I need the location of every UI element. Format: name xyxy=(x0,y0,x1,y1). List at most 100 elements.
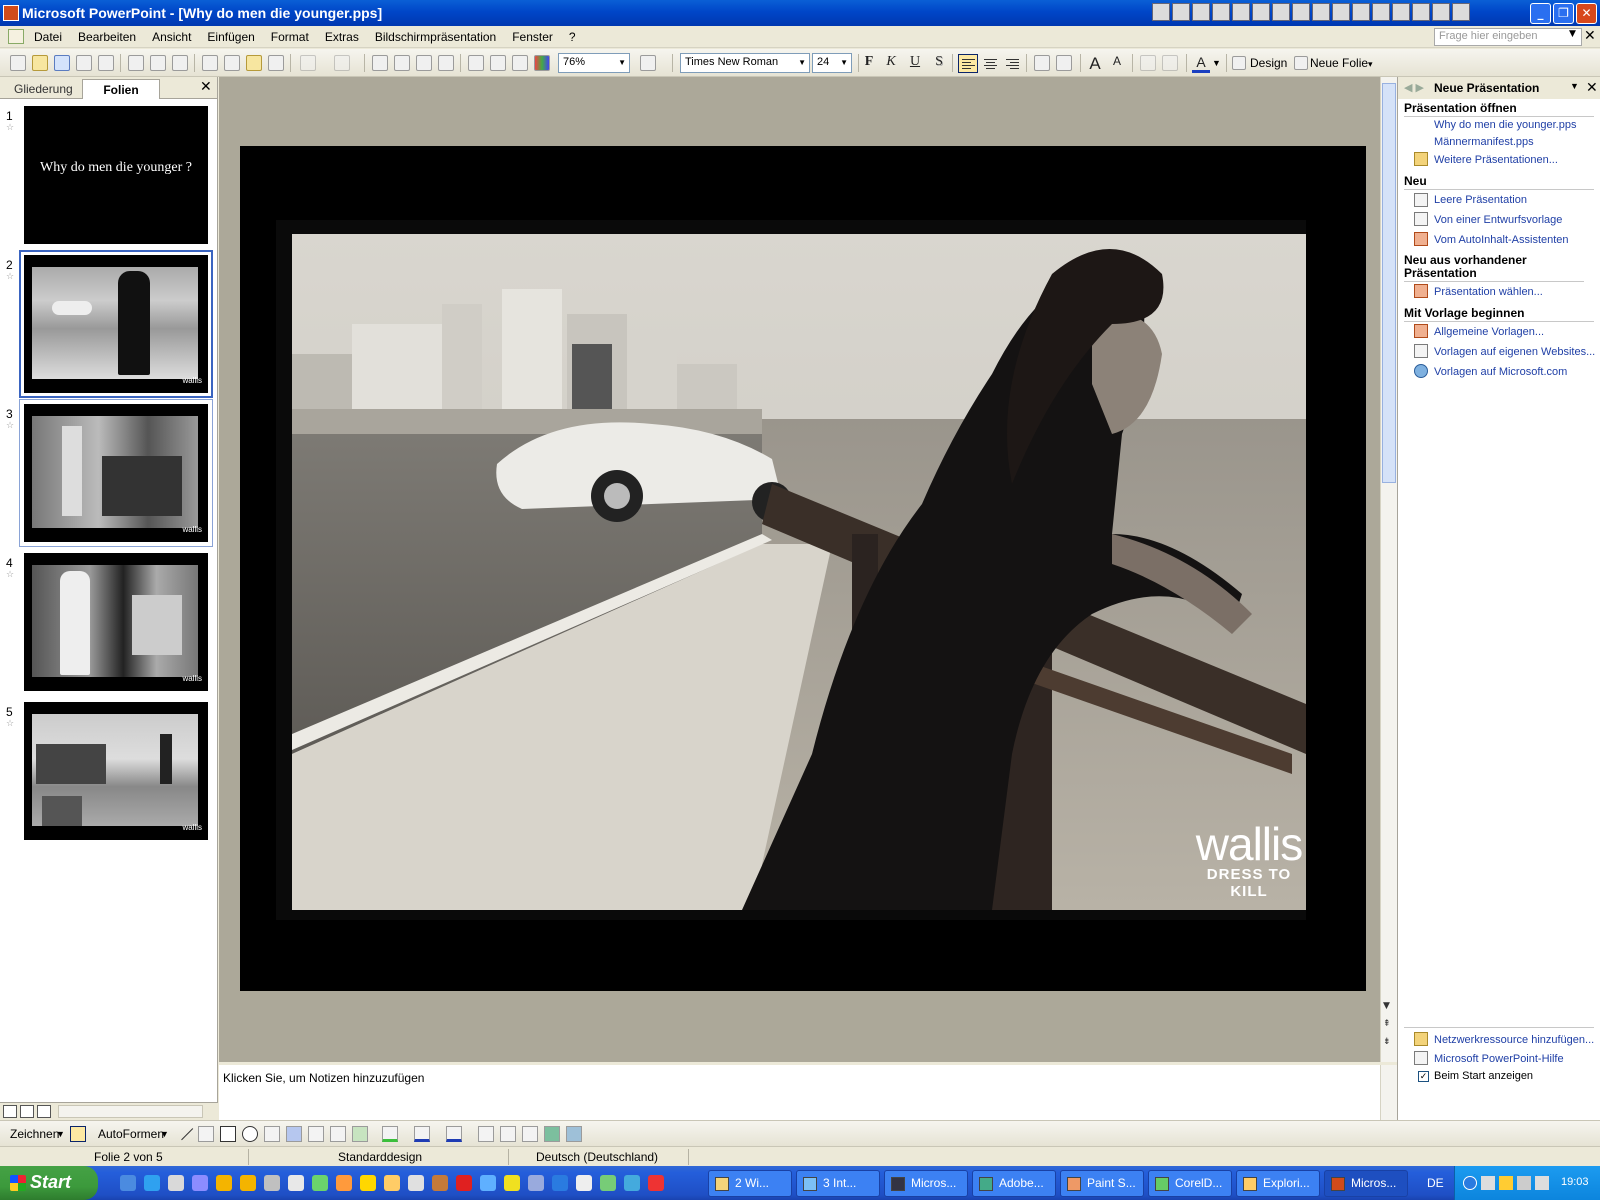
help-search-input[interactable]: Frage hier eingeben xyxy=(1434,28,1582,46)
link-blank-presentation[interactable]: Leere Präsentation xyxy=(1434,194,1527,206)
document-icon[interactable] xyxy=(8,29,24,44)
link-microsoft-templates[interactable]: Vorlagen auf Microsoft.com xyxy=(1434,366,1567,378)
office-shortcut-icon[interactable] xyxy=(1372,3,1390,21)
quicklaunch-icon[interactable] xyxy=(120,1175,136,1191)
arrow-style-icon[interactable] xyxy=(522,1126,538,1142)
tab-folien[interactable]: Folien xyxy=(82,79,160,99)
link-autocontent-wizard[interactable]: Vom AutoInhalt-Assistenten xyxy=(1434,234,1569,246)
office-shortcut-icon[interactable] xyxy=(1352,3,1370,21)
arrow-icon[interactable] xyxy=(198,1126,214,1142)
previous-slide-icon[interactable]: ⇞ xyxy=(1383,1019,1391,1029)
align-center-button[interactable] xyxy=(980,54,1000,73)
font-color-button[interactable]: A xyxy=(1192,54,1210,73)
menu-format[interactable]: Format xyxy=(271,30,309,44)
link-add-network-place[interactable]: Netzwerkressource hinzufügen... xyxy=(1434,1034,1594,1046)
font-color-icon[interactable] xyxy=(446,1126,462,1142)
notes-pane[interactable]: Klicken Sie, um Notizen hinzuzufügen xyxy=(219,1062,1397,1123)
quicklaunch-icon[interactable] xyxy=(384,1175,400,1191)
insert-hyperlink-icon[interactable] xyxy=(438,55,454,71)
next-slide-icon[interactable]: ⇟ xyxy=(1383,1037,1391,1047)
quicklaunch-icon[interactable] xyxy=(408,1175,424,1191)
horizontal-scrollbar[interactable] xyxy=(58,1105,203,1118)
minimize-button[interactable]: _ xyxy=(1530,3,1551,24)
open-folder-icon[interactable] xyxy=(32,55,48,71)
shadow-style-icon[interactable] xyxy=(544,1126,560,1142)
taskbar-button-explorer-2[interactable]: Explori... xyxy=(1236,1170,1320,1197)
language-indicator[interactable]: DE xyxy=(1427,1176,1444,1190)
office-shortcut-icon[interactable] xyxy=(1292,3,1310,21)
tables-borders-icon[interactable] xyxy=(416,55,432,71)
decrease-indent-icon[interactable] xyxy=(1140,55,1156,71)
underline-button[interactable]: U xyxy=(906,54,924,72)
undo-icon[interactable] xyxy=(300,55,316,71)
link-recent-file-2[interactable]: Männermanifest.pps xyxy=(1434,136,1534,148)
paste-icon[interactable] xyxy=(246,55,262,71)
print-preview-icon[interactable] xyxy=(150,55,166,71)
dash-style-icon[interactable] xyxy=(500,1126,516,1142)
office-shortcut-icon[interactable] xyxy=(1192,3,1210,21)
permission-icon[interactable] xyxy=(76,55,92,71)
print-icon[interactable] xyxy=(128,55,144,71)
quicklaunch-icon[interactable] xyxy=(240,1175,256,1191)
chevron-down-icon[interactable]: ▼ xyxy=(1569,29,1576,39)
tray-icon[interactable] xyxy=(1517,1176,1531,1190)
cut-icon[interactable] xyxy=(202,55,218,71)
slideshow-view-button[interactable] xyxy=(37,1105,51,1118)
link-design-template[interactable]: Von einer Entwurfsvorlage xyxy=(1434,214,1562,226)
link-powerpoint-help[interactable]: Microsoft PowerPoint-Hilfe xyxy=(1434,1053,1564,1065)
shadow-button[interactable]: S xyxy=(930,54,948,72)
close-button[interactable]: ✕ xyxy=(1576,3,1597,24)
redo-icon[interactable] xyxy=(334,55,350,71)
office-shortcut-icon[interactable] xyxy=(1432,3,1450,21)
slide-thumbnail-1[interactable]: Why do men die younger ? xyxy=(24,106,208,244)
new-slide-button[interactable]: Neue Folie xyxy=(1310,56,1368,70)
office-shortcut-icon[interactable] xyxy=(1392,3,1410,21)
notes-placeholder[interactable]: Klicken Sie, um Notizen hinzuzufügen xyxy=(223,1071,424,1085)
office-shortcut-icon[interactable] xyxy=(1232,3,1250,21)
quicklaunch-icon[interactable] xyxy=(504,1175,520,1191)
save-icon[interactable] xyxy=(54,55,70,71)
fill-color-icon[interactable] xyxy=(382,1126,398,1142)
taskbar-button-explorer[interactable]: 2 Wi... xyxy=(708,1170,792,1197)
quicklaunch-icon[interactable] xyxy=(336,1175,352,1191)
scroll-down-icon[interactable]: ▼ xyxy=(1383,1001,1390,1011)
start-button[interactable]: Start xyxy=(0,1166,98,1200)
menu-help[interactable]: ? xyxy=(569,30,576,44)
link-general-templates[interactable]: Allgemeine Vorlagen... xyxy=(1434,326,1544,338)
taskbar-button-paintshop[interactable]: Paint S... xyxy=(1060,1170,1144,1197)
show-at-startup-checkbox[interactable]: ✓ xyxy=(1418,1071,1429,1082)
wordart-icon[interactable] xyxy=(286,1126,302,1142)
taskbar-button-powerpoint[interactable]: Micros... xyxy=(1324,1170,1408,1197)
chevron-down-icon[interactable]: ▼ xyxy=(1570,81,1579,91)
link-website-templates[interactable]: Vorlagen auf eigenen Websites... xyxy=(1434,346,1595,358)
line-style-icon[interactable] xyxy=(478,1126,494,1142)
font-size-select[interactable]: 24 ▼ xyxy=(812,53,852,73)
quicklaunch-icon[interactable] xyxy=(360,1175,376,1191)
align-left-button[interactable] xyxy=(958,54,978,73)
menu-einfuegen[interactable]: Einfügen xyxy=(207,30,254,44)
increase-indent-icon[interactable] xyxy=(1162,55,1178,71)
quicklaunch-icon[interactable] xyxy=(288,1175,304,1191)
slide-thumbnail-4[interactable]: wallis xyxy=(24,553,208,691)
numbering-icon[interactable] xyxy=(1034,55,1050,71)
menu-bildschirmpraesentation[interactable]: Bildschirmpräsentation xyxy=(375,30,496,44)
line-color-icon[interactable] xyxy=(414,1126,430,1142)
slide-thumbnail-3[interactable]: wallis xyxy=(24,404,208,542)
spellcheck-icon[interactable] xyxy=(172,55,188,71)
oval-icon[interactable] xyxy=(242,1126,258,1142)
picture-icon[interactable] xyxy=(352,1126,368,1142)
align-right-button[interactable] xyxy=(1002,54,1022,73)
document-close-button[interactable]: ✕ xyxy=(1584,28,1596,44)
3d-style-icon[interactable] xyxy=(566,1126,582,1142)
office-shortcut-icon[interactable] xyxy=(1312,3,1330,21)
bullets-icon[interactable] xyxy=(1056,55,1072,71)
decrease-font-button[interactable]: A xyxy=(1108,54,1126,72)
link-more-presentations[interactable]: Weitere Präsentationen... xyxy=(1434,154,1558,166)
current-slide[interactable]: wallis DRESS TO KILL xyxy=(240,146,1366,991)
tray-icon[interactable] xyxy=(1481,1176,1495,1190)
quicklaunch-icon[interactable] xyxy=(456,1175,472,1191)
taskbar-button-corel[interactable]: CorelD... xyxy=(1148,1170,1232,1197)
insert-table-icon[interactable] xyxy=(394,55,410,71)
design-button[interactable]: Design xyxy=(1250,56,1287,70)
volume-icon[interactable] xyxy=(1535,1176,1549,1190)
